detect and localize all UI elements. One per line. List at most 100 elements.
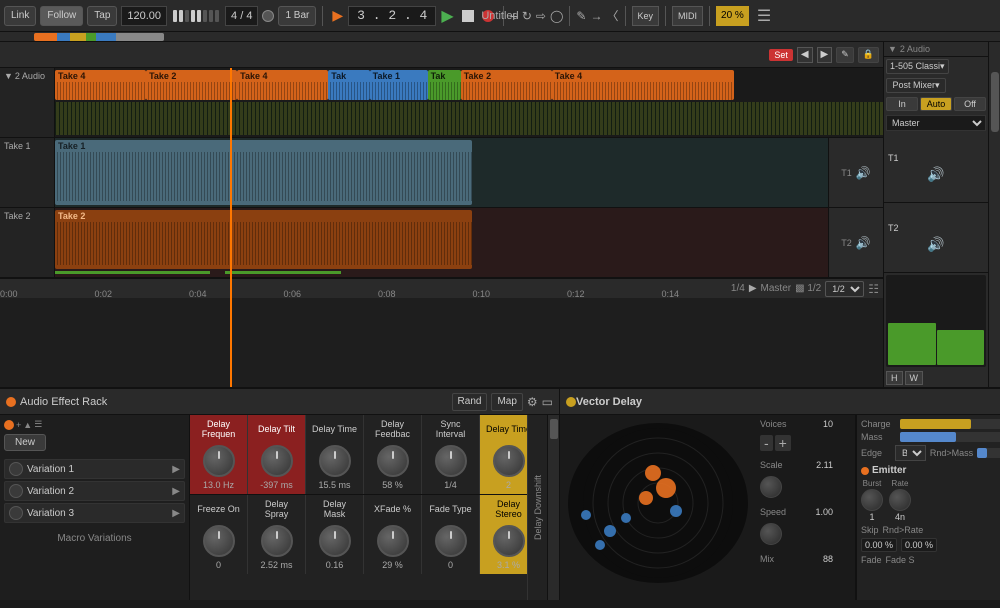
fade-row: Fade Fade S bbox=[861, 555, 1000, 565]
track-label-t1[interactable]: Take 1 bbox=[0, 138, 55, 207]
voices-up-icon[interactable]: + bbox=[775, 435, 791, 451]
rack-slider-thumb[interactable] bbox=[550, 419, 558, 439]
macro-knob-0[interactable] bbox=[203, 445, 235, 477]
tap-button[interactable]: Tap bbox=[87, 6, 117, 26]
select-icon[interactable]: → bbox=[590, 9, 602, 23]
play-icon-small[interactable]: ▶ bbox=[749, 283, 757, 294]
off-button[interactable]: Off bbox=[954, 97, 986, 111]
zoom-display[interactable]: 20 % bbox=[716, 6, 749, 26]
preset-dropdown[interactable]: 1-505 Classi▾ bbox=[886, 59, 949, 74]
macro-knob-r2-1[interactable] bbox=[261, 525, 293, 557]
macro-knob-5[interactable] bbox=[493, 445, 525, 477]
rand-button[interactable]: Rand bbox=[452, 393, 488, 411]
variation-2[interactable]: Variation 2 ▶ bbox=[4, 481, 185, 501]
bpm-display[interactable]: 120.00 bbox=[121, 6, 167, 26]
in-button[interactable]: In bbox=[886, 97, 918, 111]
clip-take2-2[interactable]: Take 2 bbox=[461, 70, 552, 100]
expand-icon[interactable]: ▭ bbox=[542, 395, 553, 409]
clip-take4-2[interactable]: Take 4 bbox=[237, 70, 328, 100]
scale-value[interactable]: 2.11 bbox=[808, 460, 833, 470]
clip-take2-1[interactable]: Take 2 bbox=[146, 70, 237, 100]
rewind-button[interactable]: ▶ bbox=[329, 7, 346, 24]
clip-tak-green[interactable]: Tak bbox=[428, 70, 461, 100]
v-scroll-thumb[interactable] bbox=[991, 72, 999, 132]
clip-tak-1[interactable]: Tak bbox=[328, 70, 369, 100]
macro-knob-r2-3[interactable] bbox=[377, 525, 409, 557]
mass-bar-container[interactable] bbox=[900, 432, 1000, 442]
lock-tool[interactable]: 🔒 bbox=[858, 47, 879, 63]
macro-knob-2[interactable] bbox=[319, 445, 351, 477]
variation-3[interactable]: Variation 3 ▶ bbox=[4, 503, 185, 523]
loop-length-button[interactable]: 1 Bar bbox=[278, 6, 316, 26]
take1-region[interactable]: Take 1 bbox=[55, 140, 472, 205]
h-button[interactable]: H bbox=[886, 371, 903, 385]
new-button[interactable]: New bbox=[4, 434, 46, 451]
macro-knob-r2-5[interactable] bbox=[493, 525, 525, 557]
rate-knob[interactable] bbox=[889, 489, 911, 511]
t1-speaker-icon[interactable]: 🔊 bbox=[927, 166, 944, 183]
midi-button[interactable]: MIDI bbox=[672, 6, 703, 26]
burst-knob[interactable] bbox=[861, 489, 883, 511]
click-icon[interactable]: ◯ bbox=[550, 9, 563, 23]
rnd-rate-value[interactable]: 0.00 % bbox=[901, 538, 937, 552]
rack-slider[interactable] bbox=[547, 415, 559, 600]
rnd-mass-bar-container[interactable] bbox=[977, 448, 1000, 458]
track-label-audio[interactable]: ▼ 2 Audio bbox=[0, 68, 55, 137]
nav-forward-button[interactable]: ▶ bbox=[817, 47, 833, 63]
macro-knob-r2-2[interactable] bbox=[319, 525, 351, 557]
voices-value[interactable]: 10 bbox=[808, 419, 833, 429]
position-display[interactable]: 3 . 2 . 4 bbox=[348, 6, 436, 26]
time-sig-display[interactable]: 4 / 4 bbox=[225, 6, 258, 26]
link-button[interactable]: Link bbox=[4, 6, 36, 26]
grid-icon[interactable]: ☷ bbox=[868, 282, 879, 296]
speed-knob[interactable] bbox=[760, 523, 782, 545]
macro-knob-3[interactable] bbox=[377, 445, 409, 477]
rack-add-icon[interactable]: ▲ bbox=[23, 420, 32, 430]
clip-take4-3[interactable]: Take 4 bbox=[552, 70, 734, 100]
set-button[interactable]: Set bbox=[769, 49, 793, 61]
nav-back-button[interactable]: ◀ bbox=[797, 47, 813, 63]
loop-icon[interactable]: ↻ bbox=[522, 9, 532, 23]
rack-expand-icon[interactable]: + bbox=[16, 420, 21, 430]
variation-1[interactable]: Variation 1 ▶ bbox=[4, 459, 185, 479]
draw-icon[interactable]: ✎ bbox=[576, 9, 586, 23]
macro-knob-4[interactable] bbox=[435, 445, 467, 477]
voices-down-icon[interactable]: - bbox=[760, 435, 773, 451]
clip-take1-1[interactable]: Take 1 bbox=[370, 70, 428, 100]
edge-select[interactable]: BounceWrapStop bbox=[895, 445, 926, 461]
hamburger-icon[interactable]: ☰ bbox=[757, 6, 771, 26]
macro-knob-r2-4[interactable] bbox=[435, 525, 467, 557]
settings-icon[interactable]: ⚙ bbox=[527, 395, 538, 409]
follow-button[interactable]: Follow bbox=[40, 6, 83, 26]
v-scrollbar[interactable] bbox=[988, 42, 1000, 387]
master-select[interactable]: Master bbox=[886, 115, 986, 131]
map-button[interactable]: Map bbox=[491, 393, 522, 411]
draw-tool[interactable]: ✎ bbox=[836, 47, 854, 63]
macro-knob-1[interactable] bbox=[261, 445, 293, 477]
clip-take4-1[interactable]: Take 4 bbox=[55, 70, 146, 100]
track-collapse-icon[interactable]: ▼ bbox=[4, 71, 13, 81]
auto-button[interactable]: Auto bbox=[920, 97, 952, 111]
w-button[interactable]: W bbox=[905, 371, 924, 385]
scale-knob[interactable] bbox=[760, 476, 782, 498]
take2-region[interactable]: Take 2 bbox=[55, 210, 472, 269]
macro-area: + ▲ ☰ New Variation 1 ▶ bbox=[0, 415, 190, 600]
pencil-icon[interactable]: 〈 bbox=[606, 7, 618, 24]
charge-bar-container[interactable] bbox=[900, 419, 1000, 429]
rack-menu-icon[interactable]: ☰ bbox=[34, 419, 42, 430]
stop-button[interactable] bbox=[459, 10, 477, 22]
play-button[interactable]: ▶ bbox=[438, 6, 456, 26]
punch-icon[interactable]: ⇨ bbox=[536, 9, 546, 23]
t2-speaker-icon[interactable]: 🔊 bbox=[927, 236, 944, 253]
mix-value[interactable]: 88 bbox=[808, 554, 833, 564]
grid-select[interactable]: 1/21/41/8 bbox=[825, 281, 864, 297]
track-label-t2[interactable]: Take 2 bbox=[0, 208, 55, 277]
scroll-position-strip[interactable] bbox=[0, 32, 1000, 42]
macro-knob-r2-0[interactable] bbox=[203, 525, 235, 557]
skip-value[interactable]: 0.00 % bbox=[861, 538, 897, 552]
t2-volume-icon[interactable]: 🔊 bbox=[856, 236, 871, 250]
post-mixer-dropdown[interactable]: Post Mixer▾ bbox=[886, 78, 946, 93]
key-button[interactable]: Key bbox=[632, 6, 660, 26]
speed-value[interactable]: 1.00 bbox=[808, 507, 833, 517]
t1-volume-icon[interactable]: 🔊 bbox=[856, 166, 871, 180]
